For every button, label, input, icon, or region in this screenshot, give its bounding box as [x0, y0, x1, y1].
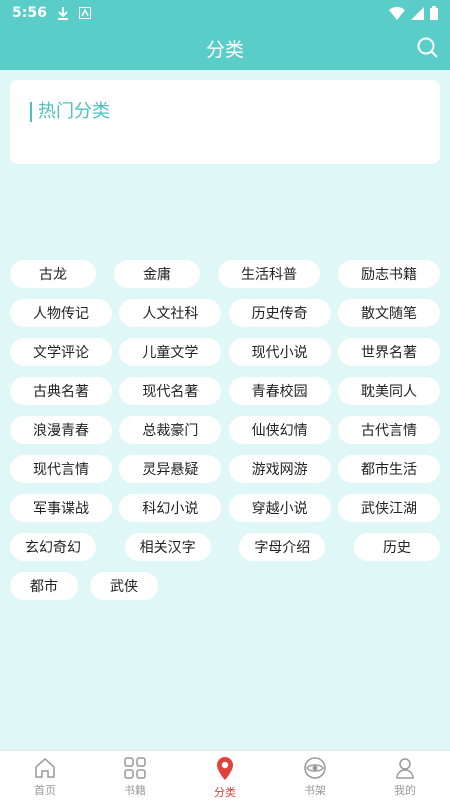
- status-bar: 5:56: [0, 0, 450, 26]
- tab-label: 书籍: [124, 784, 146, 797]
- category-chip[interactable]: 金庸: [114, 260, 200, 288]
- category-chip[interactable]: 人物传记: [10, 299, 112, 327]
- category-chip[interactable]: 古典名著: [10, 377, 112, 405]
- category-chip[interactable]: 玄幻奇幻: [10, 533, 96, 561]
- category-chip[interactable]: 散文随笔: [337, 299, 440, 327]
- home-icon: [33, 756, 57, 780]
- tab-label: 分类: [214, 786, 236, 799]
- wifi-icon: [389, 6, 405, 20]
- category-chip[interactable]: 现代名著: [119, 377, 222, 405]
- tab-bookshelf[interactable]: 书架: [270, 751, 360, 800]
- category-chip[interactable]: 武侠江湖: [337, 494, 440, 522]
- category-chip[interactable]: 古代言情: [337, 416, 440, 444]
- battery-icon: [430, 6, 438, 20]
- category-chip[interactable]: 世界名著: [337, 338, 440, 366]
- eye-icon: [303, 756, 327, 780]
- chip-row: 古典名著 现代名著 青春校园 耽美同人: [10, 377, 440, 405]
- category-chip[interactable]: 科幻小说: [119, 494, 222, 522]
- page-title: 分类: [205, 38, 244, 61]
- category-chip[interactable]: 文学评论: [10, 338, 112, 366]
- chip-row: 古龙 金庸 生活科普 励志书籍: [10, 260, 440, 288]
- chip-row: 军事谍战 科幻小说 穿越小说 武侠江湖: [10, 494, 440, 522]
- tab-label: 书架: [304, 784, 326, 797]
- person-icon: [393, 756, 417, 780]
- grid-icon: [123, 756, 147, 780]
- category-chip[interactable]: 现代小说: [228, 338, 331, 366]
- chip-row: 文学评论 儿童文学 现代小说 世界名著: [10, 338, 440, 366]
- category-chip[interactable]: 游戏网游: [228, 455, 331, 483]
- category-chip[interactable]: 历史: [353, 533, 440, 561]
- category-chip[interactable]: 军事谍战: [10, 494, 112, 522]
- category-chip[interactable]: 相关汉字: [124, 533, 211, 561]
- category-chip[interactable]: 耽美同人: [337, 377, 440, 405]
- category-chip[interactable]: 励志书籍: [338, 260, 440, 288]
- category-chip[interactable]: 穿越小说: [228, 494, 331, 522]
- chip-row: 浪漫青春 总裁豪门 仙侠幻情 古代言情: [10, 416, 440, 444]
- download-icon: [57, 6, 69, 20]
- category-chip[interactable]: 历史传奇: [228, 299, 331, 327]
- app-notification-icon: [78, 7, 91, 19]
- signal-icon: [411, 6, 424, 20]
- category-chip[interactable]: 都市: [10, 572, 78, 600]
- tab-label: 首页: [34, 784, 56, 797]
- status-time: 5:56: [12, 5, 47, 21]
- tab-home[interactable]: 首页: [0, 751, 90, 800]
- category-chip[interactable]: 仙侠幻情: [228, 416, 331, 444]
- bottom-tab-bar: 首页 书籍 分类 书架 我的: [0, 750, 450, 800]
- tab-categories[interactable]: 分类: [180, 751, 270, 800]
- category-chip[interactable]: 古龙: [10, 260, 96, 288]
- category-chip[interactable]: 武侠: [90, 572, 158, 600]
- tab-profile[interactable]: 我的: [360, 751, 450, 800]
- category-chip[interactable]: 都市生活: [337, 455, 440, 483]
- search-icon[interactable]: [416, 36, 440, 60]
- category-chip[interactable]: 青春校园: [228, 377, 331, 405]
- category-chip[interactable]: 字母介绍: [239, 533, 326, 561]
- category-chip[interactable]: 浪漫青春: [10, 416, 112, 444]
- tab-books[interactable]: 书籍: [90, 751, 180, 800]
- hot-categories-title: 热门分类: [30, 102, 110, 122]
- tab-label: 我的: [394, 784, 416, 797]
- category-chip-grid: 古龙 金庸 生活科普 励志书籍 人物传记 人文社科 历史传奇 散文随笔 文学评论…: [10, 260, 440, 600]
- category-chip[interactable]: 现代言情: [10, 455, 112, 483]
- chip-row: 现代言情 灵异悬疑 游戏网游 都市生活: [10, 455, 440, 483]
- category-chip[interactable]: 儿童文学: [119, 338, 222, 366]
- chip-row: 玄幻奇幻 相关汉字 字母介绍 历史: [10, 533, 440, 561]
- hot-categories-card: 热门分类: [10, 80, 440, 164]
- location-pin-icon: [213, 756, 237, 782]
- category-chip[interactable]: 生活科普: [218, 260, 320, 288]
- app-bar: 分类: [0, 26, 450, 70]
- category-chip[interactable]: 灵异悬疑: [119, 455, 222, 483]
- chip-row: 人物传记 人文社科 历史传奇 散文随笔: [10, 299, 440, 327]
- category-chip[interactable]: 人文社科: [119, 299, 222, 327]
- category-chip[interactable]: 总裁豪门: [119, 416, 222, 444]
- chip-row: 都市 武侠: [10, 572, 440, 600]
